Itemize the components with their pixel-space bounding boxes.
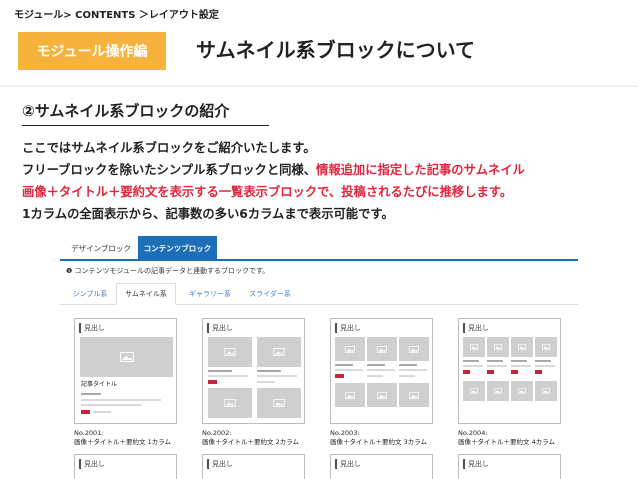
image-placeholder-icon bbox=[399, 337, 429, 361]
card-desc-2004: 画像＋タイトル＋要約文 4カラム bbox=[458, 438, 556, 446]
thumbnail-card-row2-4[interactable]: 見出し bbox=[458, 454, 561, 479]
category-tag bbox=[535, 370, 542, 374]
category-tag bbox=[335, 374, 344, 378]
thumbnail-card-row2-1[interactable]: 見出し bbox=[74, 454, 177, 479]
text-line bbox=[81, 393, 101, 395]
card-heading: 見出し bbox=[207, 323, 233, 333]
text-line bbox=[463, 365, 483, 367]
text-line bbox=[93, 411, 111, 413]
image-placeholder-icon bbox=[335, 337, 365, 361]
text-line bbox=[399, 375, 415, 377]
thumbnail-card-2004[interactable]: 見出し bbox=[458, 318, 561, 424]
image-placeholder-icon bbox=[335, 383, 365, 407]
description-line-2: フリーブロックを除いたシンプル系ブロックと同様、情報追加に指定した記事のサムネイ… bbox=[22, 162, 525, 178]
image-placeholder-icon bbox=[463, 337, 485, 357]
category-tag bbox=[511, 370, 518, 374]
section-heading: ②サムネイル系ブロックの紹介 bbox=[22, 102, 230, 120]
text-line bbox=[367, 364, 385, 366]
card-heading: 見出し bbox=[207, 459, 233, 469]
text-line bbox=[208, 370, 232, 372]
text-line bbox=[487, 360, 503, 362]
text-line bbox=[367, 369, 395, 371]
thumbnail-card-row2-2[interactable]: 見出し bbox=[202, 454, 305, 479]
cms-screenshot: デザインブロック コンテンツブロック ❶ コンテンツモジュールの記事データと連動… bbox=[60, 232, 578, 479]
description-line-2-plain: フリーブロックを除いたシンプル系ブロックと同様、 bbox=[22, 163, 317, 177]
block-type-tabs: デザインブロック コンテンツブロック bbox=[60, 232, 578, 261]
text-line bbox=[535, 360, 551, 362]
image-placeholder-icon bbox=[535, 381, 557, 401]
image-placeholder-icon bbox=[80, 337, 173, 377]
description-line-3: 画像＋タイトル＋要約文を表示する一覧表示ブロックで、投稿されるたびに推移します。 bbox=[22, 185, 513, 199]
text-line bbox=[81, 399, 161, 401]
card-number-2004: No.2004: bbox=[458, 429, 488, 437]
title-divider bbox=[0, 85, 638, 87]
text-line bbox=[81, 404, 141, 406]
thumbnail-card-2001[interactable]: 見出し 記事タイトル bbox=[74, 318, 177, 424]
heading-underline bbox=[22, 125, 269, 126]
text-line bbox=[257, 381, 275, 383]
image-placeholder-icon bbox=[511, 381, 533, 401]
subtab-slider[interactable]: スライダー系 bbox=[240, 283, 300, 305]
image-placeholder-icon bbox=[367, 337, 397, 361]
text-line bbox=[208, 375, 248, 377]
text-line bbox=[335, 369, 363, 371]
tab-design-block[interactable]: デザインブロック bbox=[64, 236, 138, 261]
description-line-2-highlight: 情報追加に指定した記事のサムネイル bbox=[316, 163, 525, 177]
info-message: ❶ コンテンツモジュールの記事データと連動するブロックです。 bbox=[66, 267, 270, 275]
card-heading: 見出し bbox=[335, 323, 361, 333]
card-number-2001: No.2001: bbox=[74, 429, 104, 437]
card-sample-title: 記事タイトル bbox=[81, 381, 118, 388]
description-line-1: ここではサムネイル系ブロックをご紹介いたします。 bbox=[22, 141, 316, 155]
card-number-2002: No.2002: bbox=[202, 429, 232, 437]
image-placeholder-icon bbox=[535, 337, 557, 357]
text-line bbox=[367, 375, 383, 377]
image-placeholder-icon bbox=[399, 383, 429, 407]
card-heading: 見出し bbox=[463, 323, 489, 333]
card-desc-2001: 画像＋タイトル＋要約文 1カラム bbox=[74, 438, 172, 446]
text-line bbox=[535, 365, 555, 367]
subtab-gallery[interactable]: ギャラリー系 bbox=[180, 283, 240, 305]
text-line bbox=[487, 365, 507, 367]
image-placeholder-icon bbox=[487, 381, 509, 401]
description-line-4: 1カラムの全面表示から、記事数の多い6カラムまで表示可能です。 bbox=[22, 207, 394, 221]
card-heading: 見出し bbox=[335, 459, 361, 469]
breadcrumb: モジュール> CONTENTS ＞レイアウト設定 bbox=[14, 10, 219, 21]
text-line bbox=[399, 364, 417, 366]
category-tag bbox=[208, 380, 217, 384]
section-badge: モジュール操作編 bbox=[18, 32, 166, 70]
tab-content-block[interactable]: コンテンツブロック bbox=[138, 236, 217, 261]
image-placeholder-icon bbox=[487, 337, 509, 357]
subtab-thumbnail[interactable]: サムネイル系 bbox=[116, 283, 176, 305]
image-placeholder-icon bbox=[367, 383, 397, 407]
image-placeholder-icon bbox=[257, 337, 301, 367]
category-tag bbox=[81, 410, 90, 414]
text-line bbox=[335, 364, 353, 366]
card-number-2003: No.2003: bbox=[330, 429, 360, 437]
page-title: サムネイル系ブロックについて bbox=[196, 38, 475, 62]
thumbnail-card-row2-3[interactable]: 見出し bbox=[330, 454, 433, 479]
thumbnail-card-2003[interactable]: 見出し bbox=[330, 318, 433, 424]
text-line bbox=[511, 365, 531, 367]
text-line bbox=[463, 360, 479, 362]
image-placeholder-icon bbox=[511, 337, 533, 357]
card-desc-2002: 画像＋タイトル＋要約文 2カラム bbox=[202, 438, 300, 446]
image-placeholder-icon bbox=[463, 381, 485, 401]
image-placeholder-icon bbox=[208, 337, 252, 367]
image-placeholder-icon bbox=[208, 388, 252, 418]
category-tag bbox=[487, 370, 494, 374]
text-line bbox=[511, 360, 527, 362]
text-line bbox=[399, 369, 427, 371]
card-heading: 見出し bbox=[79, 323, 105, 333]
card-heading: 見出し bbox=[79, 459, 105, 469]
image-placeholder-icon bbox=[257, 388, 301, 418]
text-line bbox=[257, 375, 297, 377]
thumbnail-card-2002[interactable]: 見出し bbox=[202, 318, 305, 424]
text-line bbox=[257, 370, 281, 372]
category-subtabs: シンプル系 サムネイル系 ギャラリー系 スライダー系 bbox=[60, 283, 578, 305]
subtab-simple[interactable]: シンプル系 bbox=[64, 283, 116, 305]
card-heading: 見出し bbox=[463, 459, 489, 469]
category-tag bbox=[463, 370, 470, 374]
card-desc-2003: 画像＋タイトル＋要約文 3カラム bbox=[330, 438, 428, 446]
